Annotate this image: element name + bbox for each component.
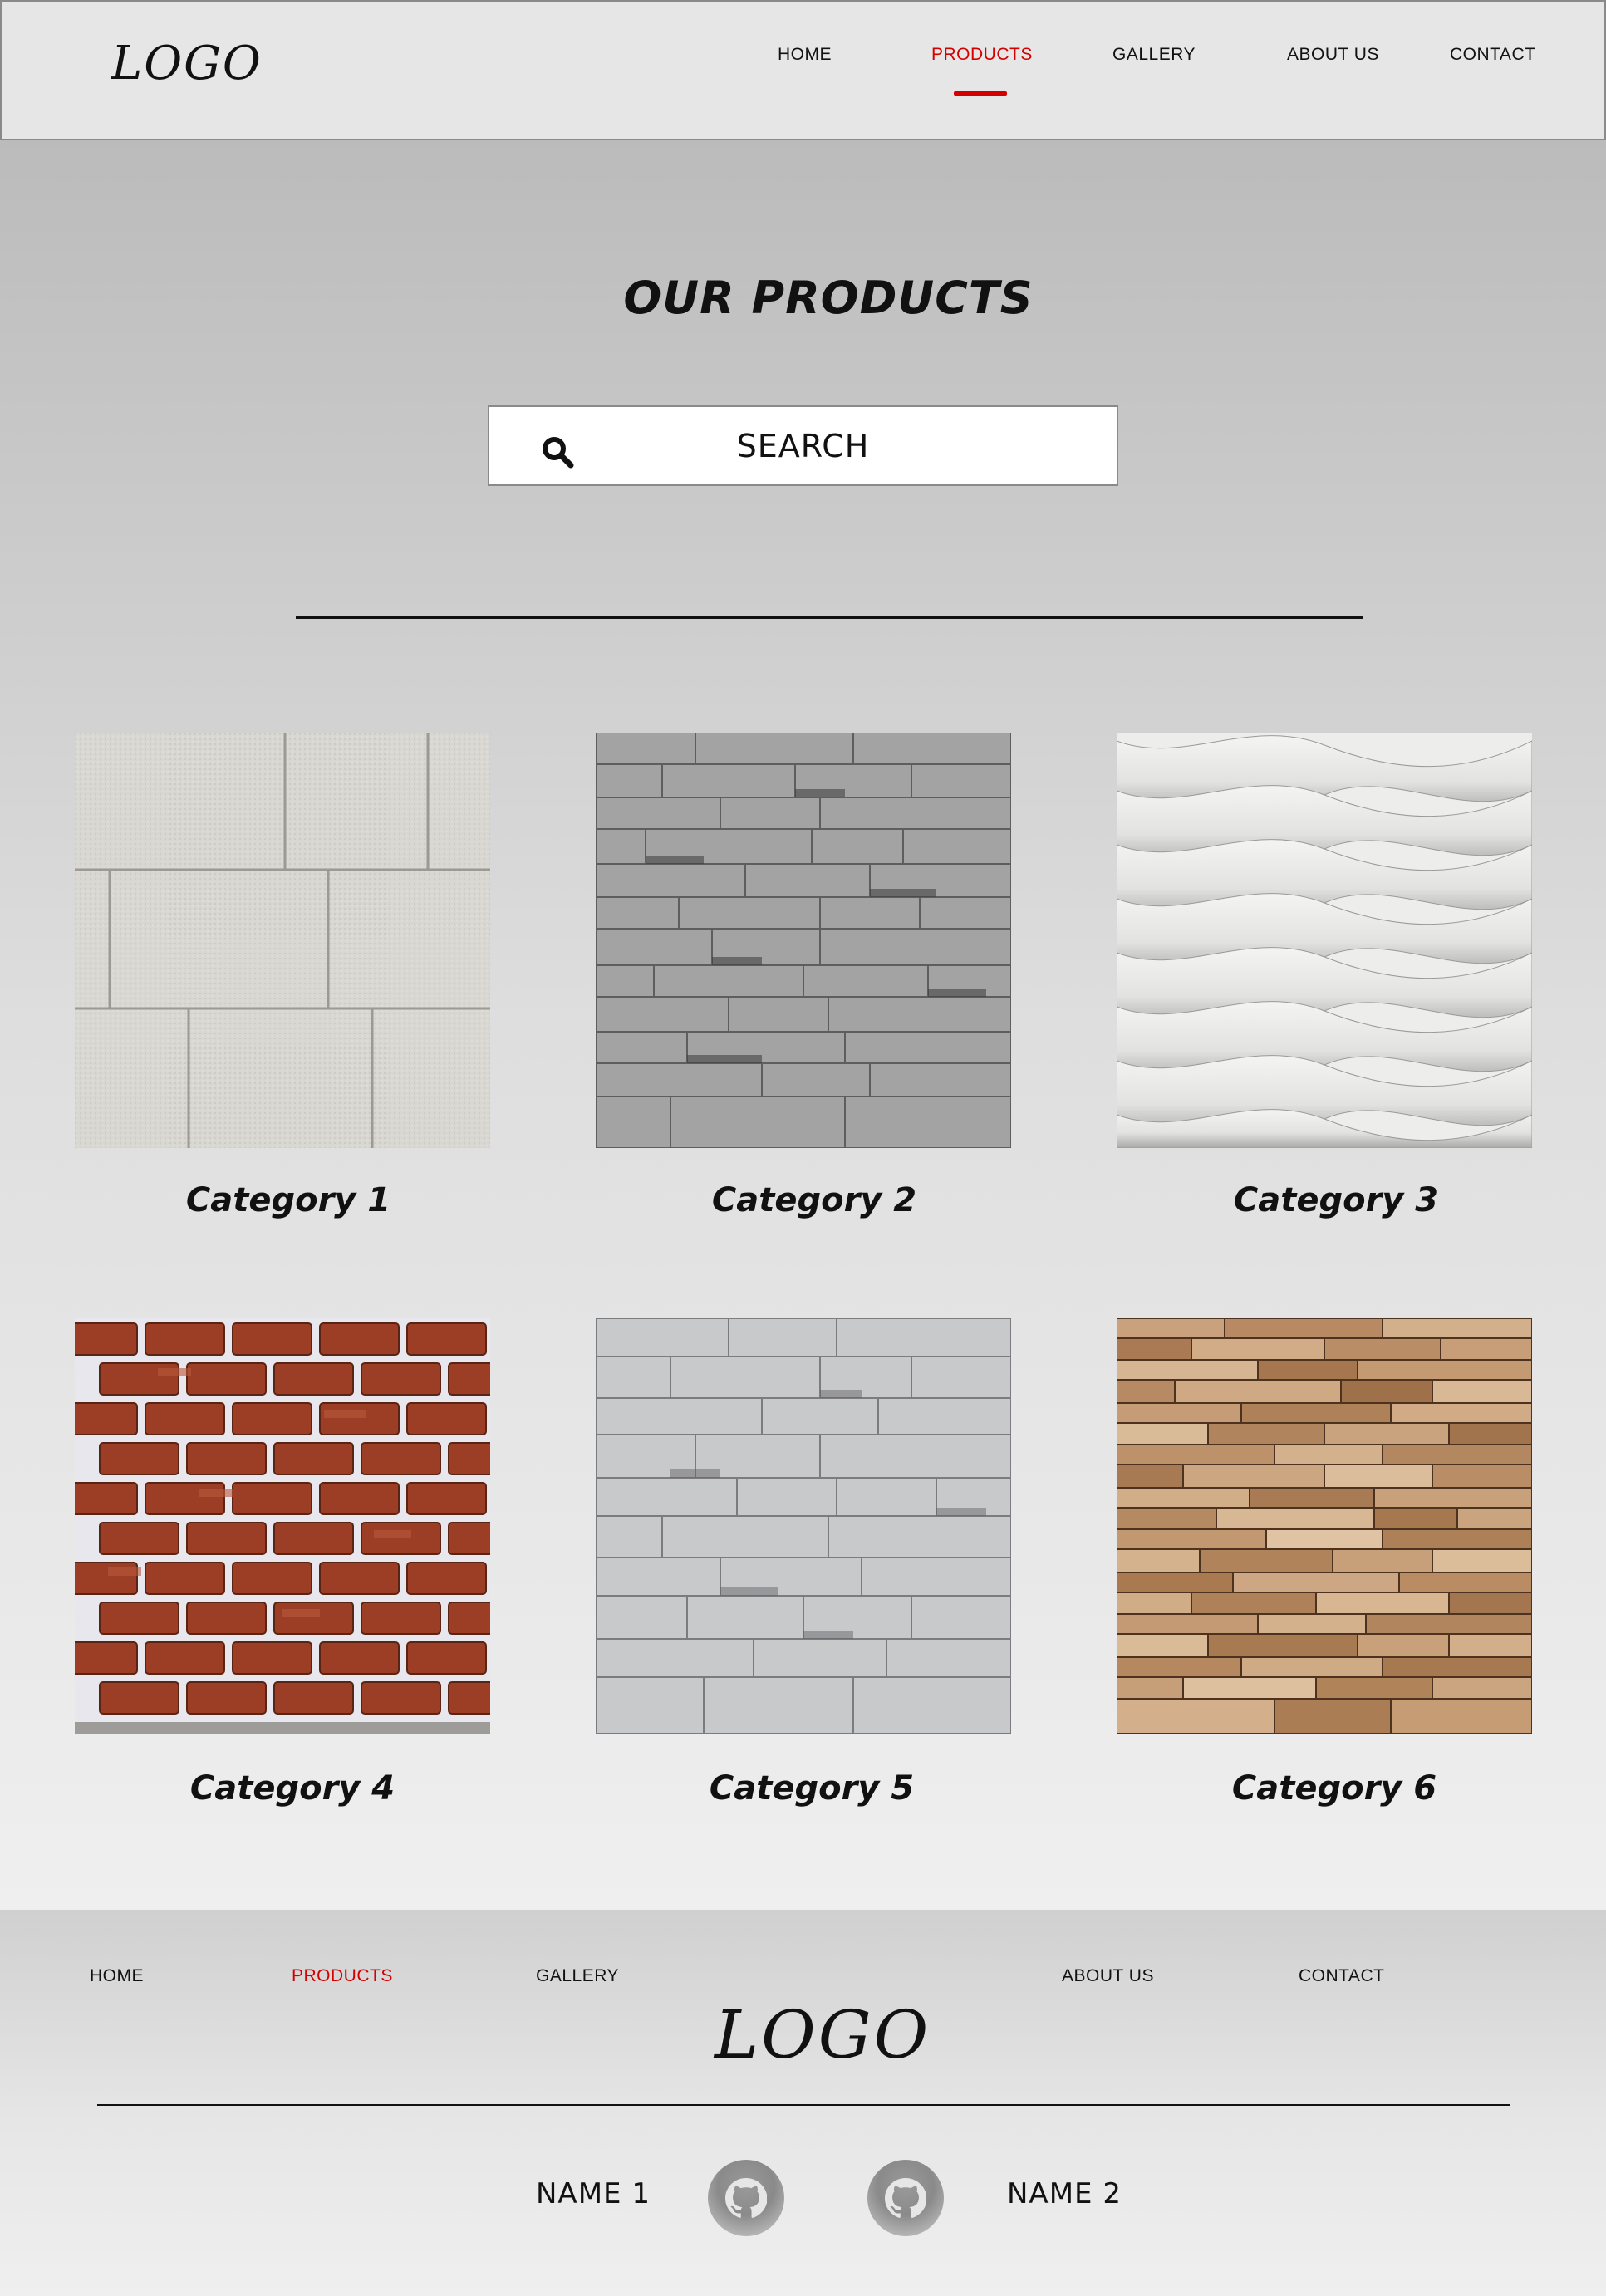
author-name-2: NAME 2 [1007, 2177, 1122, 2210]
category-3-label[interactable]: Category 3 [1128, 1181, 1544, 1219]
author-name-1: NAME 1 [536, 2177, 651, 2210]
category-2-image[interactable] [596, 733, 1011, 1148]
search-label: SEARCH [736, 427, 870, 464]
category-1-label[interactable]: Category 1 [81, 1181, 496, 1219]
category-4-label[interactable]: Category 4 [85, 1769, 500, 1808]
category-5-image[interactable] [596, 1318, 1011, 1734]
category-4-image[interactable] [75, 1318, 490, 1734]
section-divider [296, 616, 1363, 619]
footer-divider [97, 2104, 1510, 2106]
footer-nav-contact[interactable]: CONTACT [1299, 1966, 1384, 1986]
category-6-label[interactable]: Category 6 [1127, 1769, 1542, 1808]
nav-home[interactable]: HOME [778, 45, 832, 65]
footer-logo[interactable]: LOGO [715, 1996, 931, 2073]
footer-nav-home[interactable]: HOME [90, 1966, 144, 1986]
footer-nav-products[interactable]: PRODUCTS [292, 1966, 393, 1986]
footer-nav-gallery[interactable]: GALLERY [536, 1966, 619, 1986]
category-3-image[interactable] [1117, 733, 1532, 1148]
github-icon[interactable] [867, 2160, 944, 2236]
nav-gallery[interactable]: GALLERY [1112, 45, 1196, 65]
page-title: OUR PRODUCTS [623, 272, 1034, 324]
category-6-image[interactable] [1117, 1318, 1532, 1734]
site-footer: HOME PRODUCTS GALLERY ABOUT US CONTACT L… [0, 1910, 1606, 2296]
nav-products[interactable]: PRODUCTS [931, 45, 1033, 65]
category-5-label[interactable]: Category 5 [604, 1769, 1019, 1808]
github-icon[interactable] [708, 2160, 784, 2236]
footer-nav-about-us[interactable]: ABOUT US [1062, 1966, 1154, 1986]
active-nav-indicator [954, 91, 1007, 96]
header-logo[interactable]: LOGO [111, 37, 263, 91]
products-section: OUR PRODUCTS SEARCH Category 1 Category … [0, 140, 1606, 1910]
site-header: LOGO HOME PRODUCTS GALLERY ABOUT US CONT… [0, 0, 1606, 140]
search-input[interactable]: SEARCH [488, 405, 1118, 486]
nav-about-us[interactable]: ABOUT US [1287, 45, 1379, 65]
nav-contact[interactable]: CONTACT [1450, 45, 1535, 65]
category-1-image[interactable] [75, 733, 490, 1148]
category-2-label[interactable]: Category 2 [607, 1181, 1022, 1219]
